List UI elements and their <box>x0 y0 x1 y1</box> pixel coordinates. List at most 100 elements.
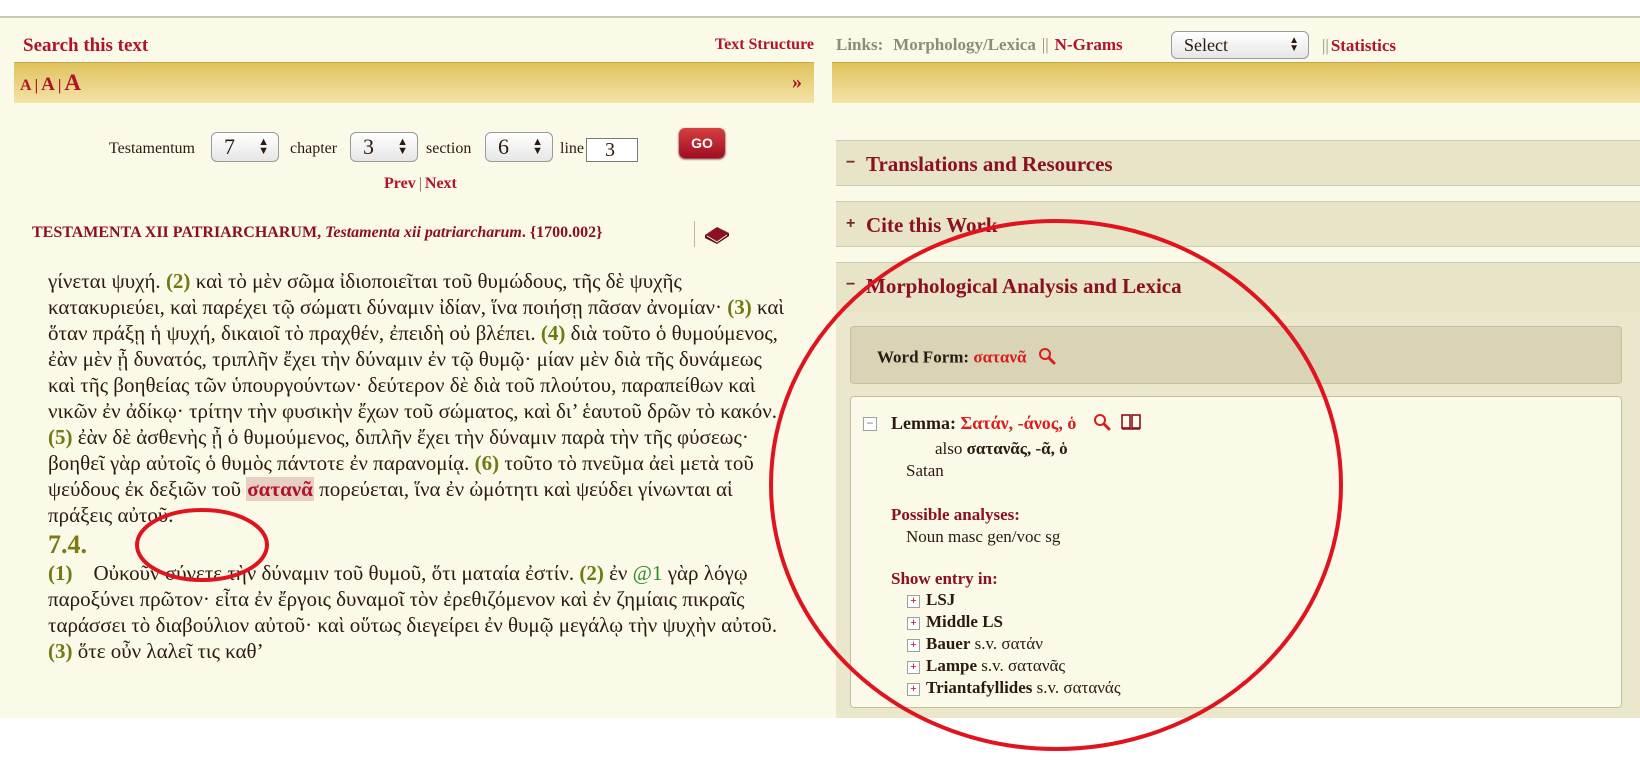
at-marker: @1 <box>632 561 663 585</box>
statistics-link-wrap: || Statistics <box>1322 36 1396 56</box>
passage-segment: ὅτε οὖν λαλεῖ τις καθ’ <box>72 639 264 663</box>
section-morphological-analysis[interactable]: − Morphological Analysis and Lexica <box>836 262 1640 314</box>
text-toolbar: Search this text Text Structure <box>14 18 814 62</box>
word-form-value: σατανᾶ <box>973 347 1027 367</box>
lexicon-name: Bauer <box>926 634 971 653</box>
expand-icon: + <box>907 660 920 674</box>
prev-next-nav: Prev | Next <box>384 175 457 193</box>
lexicon-sv: s.v. σατάν <box>970 634 1043 653</box>
section-cite-this-work[interactable]: + Cite this Work <box>836 201 1640 247</box>
lexicon-entry-lsj[interactable]: + LSJ <box>907 589 1121 611</box>
expand-toggle: + <box>846 215 856 232</box>
expand-icon: + <box>907 594 920 608</box>
lexicon-entry-bauer[interactable]: + Bauer s.v. σατάν <box>907 633 1121 655</box>
work-citation: TESTAMENTA XII PATRIARCHARUM, Testamenta… <box>32 224 602 242</box>
section-title: Cite this Work <box>866 213 998 237</box>
passage-navigator: Testamentum 7 ▲ ▼ chapter 3 ▲ ▼ section 6 … <box>14 126 814 166</box>
lexicon-name: Middle LS <box>926 612 1003 631</box>
links-separator: || <box>1322 36 1329 55</box>
text-pane: Search this text Text Structure A | A | A » … <box>14 18 814 718</box>
app-frame: Search this text Text Structure A | A | A » … <box>0 16 1640 718</box>
word-form-line: Word Form: σατανᾶ <box>877 347 1056 370</box>
text-structure-link[interactable]: Text Structure <box>715 36 814 54</box>
highlighted-word[interactable]: σατανᾶ <box>246 477 314 501</box>
font-size-small-button[interactable]: A <box>20 77 32 94</box>
morphology-panel: Word Form: σατανᾶ − Lemma: Σατάν, -άνος,… <box>836 312 1640 718</box>
line-label: line <box>560 140 584 157</box>
updown-arrows-icon: ▲ ▼ <box>532 136 543 157</box>
statistics-link[interactable]: Statistics <box>1331 36 1396 55</box>
lexicon-entry-lampe[interactable]: + Lampe s.v. σατανᾶς <box>907 655 1121 677</box>
n-grams-link[interactable]: N-Grams <box>1055 35 1123 54</box>
line-number: (6) <box>474 451 500 475</box>
lemma-line: Lemma: Σατάν, -άνος, ὁ <box>891 413 1142 436</box>
testamentum-select[interactable]: 7 ▲ ▼ <box>211 132 279 162</box>
section-title: Morphological Analysis and Lexica <box>866 274 1182 298</box>
work-author: TESTAMENTA XII PATRIARCHARUM <box>32 224 318 241</box>
passage-text: γίνεται ψυχή. (2) καὶ τὸ μὲν σῶμα ἰδιοπο… <box>48 268 788 664</box>
chapter-label: chapter <box>290 140 338 157</box>
chapter-value: 3 <box>363 134 374 159</box>
line-number: (2) <box>579 561 604 585</box>
section-translations-resources[interactable]: − Translations and Resources <box>836 140 1640 186</box>
line-number: (5) <box>48 425 73 449</box>
font-size-medium-button[interactable]: A <box>41 74 55 95</box>
ngrams-select[interactable]: Select ▲ ▼ <box>1171 31 1309 59</box>
font-size-separator: | <box>34 77 39 94</box>
search-this-text-link[interactable]: Search this text <box>23 35 148 57</box>
prev-link[interactable]: Prev <box>384 175 416 192</box>
line-number: (3) <box>727 295 752 319</box>
font-size-large-button[interactable]: A <box>64 70 81 95</box>
links-separator: || <box>1041 35 1049 54</box>
work-title: Testamenta xii patriarcharum <box>325 224 522 241</box>
line-number: (3) <box>48 639 73 663</box>
next-link[interactable]: Next <box>425 175 457 192</box>
links-toolbar: Links: Morphology/Lexica || N-Grams <box>836 35 1123 55</box>
links-label: Links: <box>836 35 884 54</box>
tools-gold-bar <box>832 62 1640 103</box>
possible-analyses-label: Possible analyses: <box>891 505 1020 524</box>
lexicon-name: Triantafyllides <box>926 678 1033 697</box>
font-size-controls: A | A | A <box>20 70 81 96</box>
expand-icon: + <box>907 638 920 652</box>
gloss: Satan <box>906 461 944 480</box>
book-icon[interactable] <box>694 221 735 247</box>
lexicon-name: LSJ <box>926 590 956 609</box>
lexicon-sv: s.v. σατανᾶς <box>977 656 1066 675</box>
tools-pane: Links: Morphology/Lexica || N-Grams Select … <box>832 18 1640 718</box>
lemma-box: − Lemma: Σατάν, -άνος, ὁ also σατανᾶς, -… <box>850 396 1622 708</box>
section-select[interactable]: 6 ▲ ▼ <box>485 132 553 162</box>
updown-arrows-icon: ▲ ▼ <box>1289 35 1299 54</box>
expand-pane-button[interactable]: » <box>792 71 802 94</box>
font-size-separator: | <box>57 77 62 94</box>
expand-icon: + <box>907 616 920 630</box>
morphology-lexica-link[interactable]: Morphology/Lexica <box>893 35 1036 54</box>
ngrams-select-value: Select <box>1184 35 1228 55</box>
section-value: 6 <box>498 134 509 159</box>
testamentum-label: Testamentum <box>109 140 195 157</box>
line-input[interactable]: 3 <box>586 138 638 162</box>
passage-paragraph: (1) Οὐκοῦν σύνετε τὴν δύναμιν τοῦ θυμοῦ,… <box>48 560 788 664</box>
work-comma: , <box>317 224 322 241</box>
prev-next-separator: | <box>418 175 422 192</box>
go-button[interactable]: GO <box>679 128 725 158</box>
line-number: (4) <box>540 321 566 345</box>
collapse-lemma-button[interactable]: − <box>863 417 877 431</box>
lexicon-entry-triantafyllides[interactable]: + Triantafyllides s.v. σατανάς <box>907 677 1121 699</box>
line-number: (2) <box>165 269 191 293</box>
passage-segment: ἐν <box>603 561 633 585</box>
section-label: section <box>426 140 472 157</box>
dictionary-book-icon[interactable] <box>1121 413 1142 436</box>
possible-analyses-value: Noun masc gen/voc sg <box>906 527 1061 546</box>
passage-paragraph: γίνεται ψυχή. (2) καὶ τὸ μὲν σῶμα ἰδιοπο… <box>48 268 788 528</box>
search-icon[interactable] <box>1093 413 1111 436</box>
also-value: σατανᾶς, -ᾶ, ὁ <box>966 439 1068 458</box>
lexicon-name: Lampe <box>926 656 977 675</box>
word-form-box: Word Form: σατανᾶ <box>850 326 1622 384</box>
lemma-value: Σατάν, -άνος, ὁ <box>960 413 1077 433</box>
lexicon-entry-middle-ls[interactable]: + Middle LS <box>907 611 1121 633</box>
show-entry-label: Show entry in: <box>891 569 998 588</box>
section-heading: 7.4. <box>48 530 87 559</box>
search-icon[interactable] <box>1038 347 1056 370</box>
chapter-select[interactable]: 3 ▲ ▼ <box>350 132 418 162</box>
